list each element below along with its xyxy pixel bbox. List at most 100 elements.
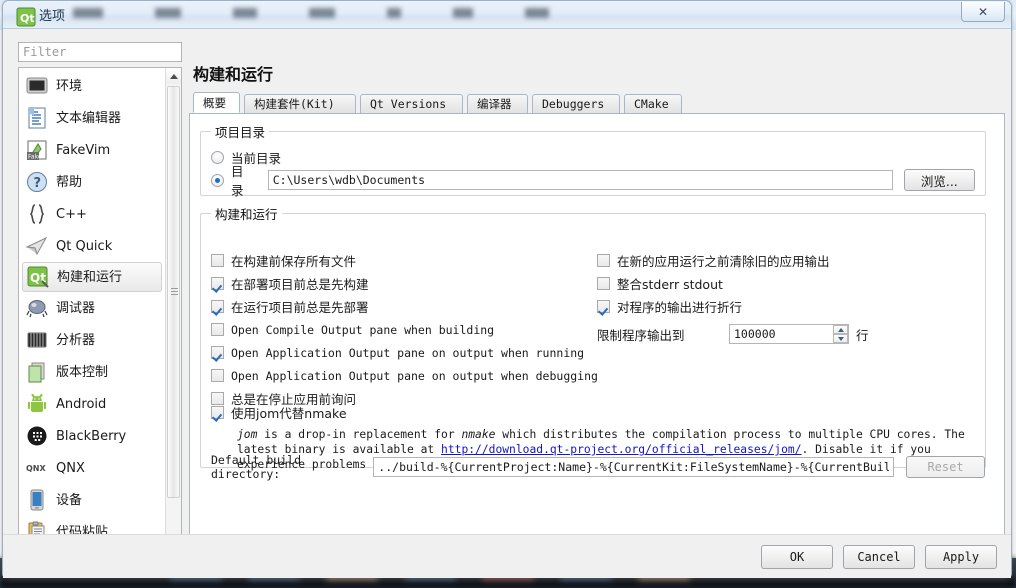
checkbox-label: 在构建前保存所有文件 xyxy=(231,254,357,269)
jom-checkbox[interactable] xyxy=(211,406,224,419)
ok-button[interactable]: OK xyxy=(761,544,833,569)
sidebar-item-label: FakeVim xyxy=(56,142,111,158)
sidebar-item-0[interactable]: 环境 xyxy=(22,70,162,102)
scrollbar-thumb[interactable] xyxy=(167,86,180,498)
project-directory-input[interactable] xyxy=(267,170,893,190)
checkbox[interactable] xyxy=(211,254,224,267)
checkbox[interactable] xyxy=(597,300,610,313)
search-input[interactable] xyxy=(18,42,182,62)
checkbox-row-4[interactable]: Open Application Output pane on output w… xyxy=(211,341,598,364)
checkbox-label: 在部署项目前总是先构建 xyxy=(231,277,369,292)
sidebar-item-13[interactable]: 设备 xyxy=(22,484,162,516)
sidebar-item-12[interactable]: QNX QNX xyxy=(22,452,162,484)
checkbox-label: 在运行项目前总是先部署 xyxy=(231,300,369,315)
checkbox-row-5[interactable]: Open Application Output pane on output w… xyxy=(211,364,598,387)
project-directory-legend: 项目目录 xyxy=(215,125,266,140)
checkbox-row-0[interactable]: 在构建前保存所有文件 xyxy=(211,249,598,272)
tab-label: 概要 xyxy=(203,95,226,110)
browse-button[interactable]: 浏览... xyxy=(903,169,975,191)
tab-0[interactable]: 概要 xyxy=(193,92,240,113)
jom-checkbox-label: 使用jom代替nmake xyxy=(231,406,347,421)
default-build-directory-row: Default build directory: Reset xyxy=(211,453,985,481)
android-icon xyxy=(25,392,49,416)
tab-bar[interactable]: 概要 构建套件(Kit) Qt Versions 编译器 Debuggers CMake xyxy=(189,92,1005,114)
checkbox[interactable] xyxy=(211,323,224,336)
jom-desc-word-jom: jom xyxy=(237,428,258,441)
limit-output-input[interactable] xyxy=(729,324,849,344)
checkbox[interactable] xyxy=(211,277,224,290)
dialog-footer: OK Cancel Apply xyxy=(3,534,1011,578)
quantity-stepper[interactable] xyxy=(729,324,849,344)
tab-label: CMake xyxy=(634,97,669,111)
sidebar-item-11[interactable]: BlackBerry xyxy=(22,420,162,452)
sidebar-item-10[interactable]: Android xyxy=(22,388,162,420)
jom-checkbox-row[interactable]: 使用jom代替nmake xyxy=(211,401,971,424)
sidebar-item-7[interactable]: 调试器 xyxy=(22,292,162,324)
checkbox[interactable] xyxy=(597,254,610,267)
radio-directory[interactable] xyxy=(211,173,224,187)
radio-current-directory[interactable] xyxy=(211,150,224,164)
version-control-icon xyxy=(25,360,49,384)
apply-button[interactable]: Apply xyxy=(925,544,997,569)
checkbox[interactable] xyxy=(211,346,224,359)
checkbox[interactable] xyxy=(211,369,224,382)
sidebar-item-label: 分析器 xyxy=(56,332,96,348)
dialog-title: 选项 xyxy=(39,9,66,24)
tab-3[interactable]: 编译器 xyxy=(467,94,528,113)
svg-text:Fake: Fake xyxy=(28,154,42,161)
braces-icon xyxy=(25,202,49,226)
options-dialog: Qt 选项 ✕ 环境文本编辑器 Fake FakeVim? 帮助 C++ Qt Quick… xyxy=(2,0,1012,578)
qnx-icon: QNX xyxy=(25,456,49,480)
cancel-button[interactable]: Cancel xyxy=(843,544,915,569)
sidebar-item-9[interactable]: 版本控制 xyxy=(22,356,162,388)
sidebar-item-label: 文本编辑器 xyxy=(56,110,122,126)
sidebar-item-label: 帮助 xyxy=(56,174,83,190)
sidebar-item-label: QNX xyxy=(56,460,85,476)
reset-button[interactable]: Reset xyxy=(906,456,985,478)
tab-4[interactable]: Debuggers xyxy=(532,94,620,113)
sidebar-item-label: 设备 xyxy=(56,492,83,508)
category-list-items: 环境 文本编辑器 Fake FakeVim? 帮助 C++ Qt Quick Qt 构建和运行调… xyxy=(19,68,165,548)
sidebar-item-5[interactable]: Qt Quick xyxy=(22,230,162,262)
sidebar-item-2[interactable]: Fake FakeVim xyxy=(22,134,162,166)
stepper-up-icon[interactable] xyxy=(833,325,848,334)
tab-2[interactable]: Qt Versions xyxy=(360,94,463,113)
sidebar-item-label: Android xyxy=(56,396,107,412)
sidebar-item-3[interactable]: ? 帮助 xyxy=(22,166,162,198)
tab-5[interactable]: CMake xyxy=(624,94,682,113)
stepper-down-icon[interactable] xyxy=(833,334,848,343)
checkbox-label: Open Application Output pane on output w… xyxy=(231,345,585,360)
sidebar-item-6[interactable]: Qt 构建和运行 xyxy=(22,262,162,292)
tab-label: 构建套件(Kit) xyxy=(254,97,335,111)
checkbox-label: 整合stderr stdout xyxy=(617,277,723,292)
close-icon[interactable]: ✕ xyxy=(961,2,1005,22)
sidebar-scrollbar[interactable] xyxy=(165,68,181,570)
sidebar-item-8[interactable]: 分析器 xyxy=(22,324,162,356)
stepper-buttons[interactable] xyxy=(833,325,848,343)
sidebar-item-1[interactable]: 文本编辑器 xyxy=(22,102,162,134)
jom-desc-p2: is a drop-in replacement for xyxy=(257,428,462,441)
sidebar-item-4[interactable]: C++ xyxy=(22,198,162,230)
scroll-up-icon[interactable] xyxy=(166,68,181,84)
default-build-directory-input[interactable] xyxy=(373,457,894,477)
checkbox-row-1[interactable]: 在部署项目前总是先构建 xyxy=(211,272,598,295)
checkbox-row-0[interactable]: 在新的应用运行之前清除旧的应用输出 xyxy=(597,249,869,272)
checkbox-row-1[interactable]: 整合stderr stdout xyxy=(597,272,869,295)
build-run-left-column: 在构建前保存所有文件 在部署项目前总是先构建 在运行项目前总是先部署 Open Com… xyxy=(211,249,598,410)
sidebar-item-label: 构建和运行 xyxy=(57,269,123,285)
sidebar-item-label: 调试器 xyxy=(56,300,96,316)
tab-1[interactable]: 构建套件(Kit) xyxy=(244,94,356,113)
tab-label: Qt Versions xyxy=(370,97,447,111)
checkbox-row-3[interactable]: Open Compile Output pane when building xyxy=(211,318,598,341)
jom-desc-word-nmake: nmake xyxy=(461,428,496,441)
checkbox[interactable] xyxy=(211,300,224,313)
sidebar-item-label: 版本控制 xyxy=(56,364,109,380)
checkbox[interactable] xyxy=(597,277,610,290)
help-question-icon: ? xyxy=(25,170,49,194)
dialog-titlebar[interactable]: Qt 选项 ✕ xyxy=(3,1,1011,29)
bug-icon xyxy=(25,296,49,320)
category-list[interactable]: 环境 文本编辑器 Fake FakeVim? 帮助 C++ Qt Quick Qt 构建和运行调… xyxy=(18,67,182,571)
checkbox-row-2[interactable]: 对程序的输出进行折行 xyxy=(597,295,869,318)
checkbox-label: Open Compile Output pane when building xyxy=(231,322,495,337)
checkbox-row-2[interactable]: 在运行项目前总是先部署 xyxy=(211,295,598,318)
